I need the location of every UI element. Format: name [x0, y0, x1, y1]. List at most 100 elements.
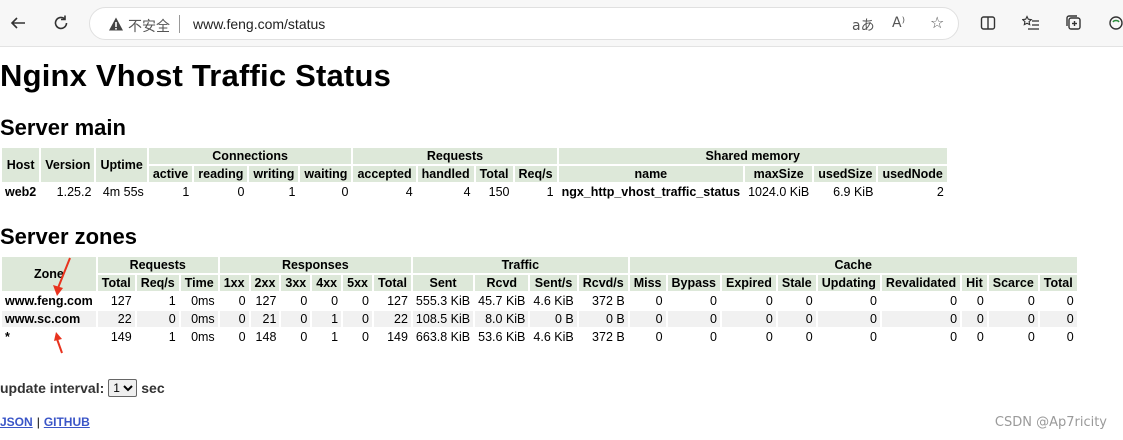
r2xx-cell: 21 [250, 311, 280, 327]
bypass-cell: 0 [710, 330, 717, 344]
r2xx-cell: 148 [255, 330, 277, 344]
collections-icon[interactable] [1062, 11, 1086, 35]
req-s-header: Req/s [136, 275, 179, 291]
req-total-cell: 127 [110, 294, 132, 308]
server-main-table: Host Version Uptime Connections Requests… [0, 146, 949, 202]
address-bar[interactable]: 不安全 www.feng.com/status aあ A⁾ ☆ [89, 7, 959, 40]
server-zones-body: www.feng.com 127 1 0ms 0 127 0 0 0 127 555.3 KiB 45… [2, 293, 1077, 345]
server-zones-heading: Server zones [0, 224, 137, 249]
scarce-header: Scarce [988, 275, 1038, 291]
browser-toolbar: 不安全 www.feng.com/status aあ A⁾ ☆ [0, 0, 1123, 47]
resp-total-cell: 149 [387, 330, 408, 344]
time-cell: 0ms [191, 294, 215, 308]
updating-cell: 0 [869, 330, 877, 344]
revalidated-cell: 0 [950, 330, 958, 344]
bypass-header: Bypass [667, 275, 720, 291]
expired-cell: 0 [722, 311, 776, 327]
stale-cell: 0 [777, 311, 816, 327]
sent-cell: 555.3 KiB [415, 294, 471, 308]
req-total-cell: 22 [97, 311, 135, 327]
cache-total-cell: 0 [1066, 330, 1074, 344]
miss-cell: 0 [655, 330, 663, 344]
traffic-group-header: Traffic [412, 257, 628, 273]
connections-group-header: Connections [148, 148, 352, 164]
annotation-arrow-down-icon [53, 257, 71, 296]
stale-cell: 0 [805, 330, 813, 344]
req-s-cell: 0 [136, 311, 179, 327]
r1xx-cell: 0 [219, 311, 249, 327]
refresh-icon[interactable] [49, 11, 73, 35]
scarce-cell: 0 [1027, 330, 1035, 344]
resp-total-header: Total [373, 275, 411, 291]
expired-cell: 0 [765, 330, 773, 344]
miss-cell: 0 [655, 294, 663, 308]
translate-icon[interactable]: aあ [852, 15, 875, 35]
extensions-icon[interactable] [1104, 11, 1123, 35]
waiting-header: waiting [300, 166, 352, 182]
rcvd-cell: 45.7 KiB [478, 294, 526, 308]
r3xx-cell: 0 [300, 294, 308, 308]
used-node-cell: 2 [936, 185, 944, 199]
rcvd-cell: 53.6 KiB [478, 330, 526, 344]
time-header: Time [180, 275, 218, 291]
rcvd-s-cell: 372 B [592, 294, 625, 308]
rcvd-s-header: Rcvd/s [578, 275, 628, 291]
host-cell: web2 [5, 185, 37, 199]
hit-cell: 0 [976, 294, 984, 308]
time-cell: 0ms [180, 311, 218, 327]
back-icon[interactable] [6, 11, 30, 35]
footer-links: JSON | GITHUB [0, 415, 90, 429]
favorites-list-icon[interactable] [1019, 11, 1043, 35]
responses-group-header: Responses [219, 257, 411, 273]
sent-s-header: Sent/s [530, 275, 577, 291]
time-cell: 0ms [191, 330, 215, 344]
bypass-cell: 0 [710, 294, 717, 308]
used-size-cell: 6.9 KiB [833, 185, 874, 199]
r4xx-header: 4xx [312, 275, 342, 291]
r4xx-cell: 0 [331, 294, 339, 308]
resp-total-cell: 127 [387, 294, 408, 308]
handled-cell: 4 [463, 185, 471, 199]
sent-cell: 663.8 KiB [415, 330, 471, 344]
rcvd-s-cell: 372 B [592, 330, 625, 344]
github-link[interactable]: GITHUB [44, 415, 90, 429]
r3xx-header: 3xx [281, 275, 311, 291]
r2xx-cell: 127 [255, 294, 277, 308]
requests-group-header: Requests [97, 257, 218, 273]
json-link[interactable]: JSON [0, 415, 33, 429]
accepted-cell: 4 [405, 185, 413, 199]
active-header: active [148, 166, 193, 182]
table-row: www.sc.com 22 0 0ms 0 21 0 1 0 22 108.5 KiB 8.0 KiB… [2, 311, 1077, 327]
sent-cell: 108.5 KiB [412, 311, 474, 327]
update-interval-unit: sec [141, 380, 165, 396]
sent-s-cell: 0 B [530, 311, 577, 327]
writing-header: writing [249, 166, 299, 182]
favorite-star-icon[interactable]: ☆ [930, 13, 944, 32]
accepted-header: accepted [353, 166, 416, 182]
read-aloud-icon[interactable]: A⁾ [892, 15, 905, 31]
host-header: Host [2, 148, 40, 182]
reading-cell: 0 [237, 185, 245, 199]
req-total-cell: 149 [110, 330, 132, 344]
server-zones-header-row: Total Req/s Time 1xx 2xx 3xx 4xx 5xx Tot… [2, 275, 1077, 291]
url-text[interactable]: www.feng.com/status [193, 16, 325, 32]
table-row: web2 1.25.2 4m 55s 1 0 1 0 4 4 150 1 ngx… [2, 184, 947, 200]
hit-cell: 0 [976, 330, 984, 344]
stale-header: Stale [777, 275, 816, 291]
hit-cell: 0 [962, 311, 987, 327]
r5xx-cell: 0 [343, 311, 372, 327]
revalidated-header: Revalidated [881, 275, 961, 291]
r2xx-header: 2xx [250, 275, 280, 291]
server-zones-table: Zone Requests Responses Traffic Cache To… [0, 255, 1079, 347]
warning-icon [109, 17, 123, 31]
update-interval-select[interactable]: 1 [108, 379, 138, 397]
r1xx-cell: 0 [238, 330, 246, 344]
rcvd-s-cell: 0 B [578, 311, 628, 327]
max-size-header: maxSize [745, 166, 813, 182]
watermark-text: CSDN @Ap7ricity [994, 415, 1107, 430]
split-screen-icon[interactable] [976, 11, 1000, 35]
r3xx-cell: 0 [300, 330, 308, 344]
expired-cell: 0 [765, 294, 773, 308]
zone-cell: * [5, 330, 10, 344]
cache-total-cell: 0 [1066, 294, 1074, 308]
